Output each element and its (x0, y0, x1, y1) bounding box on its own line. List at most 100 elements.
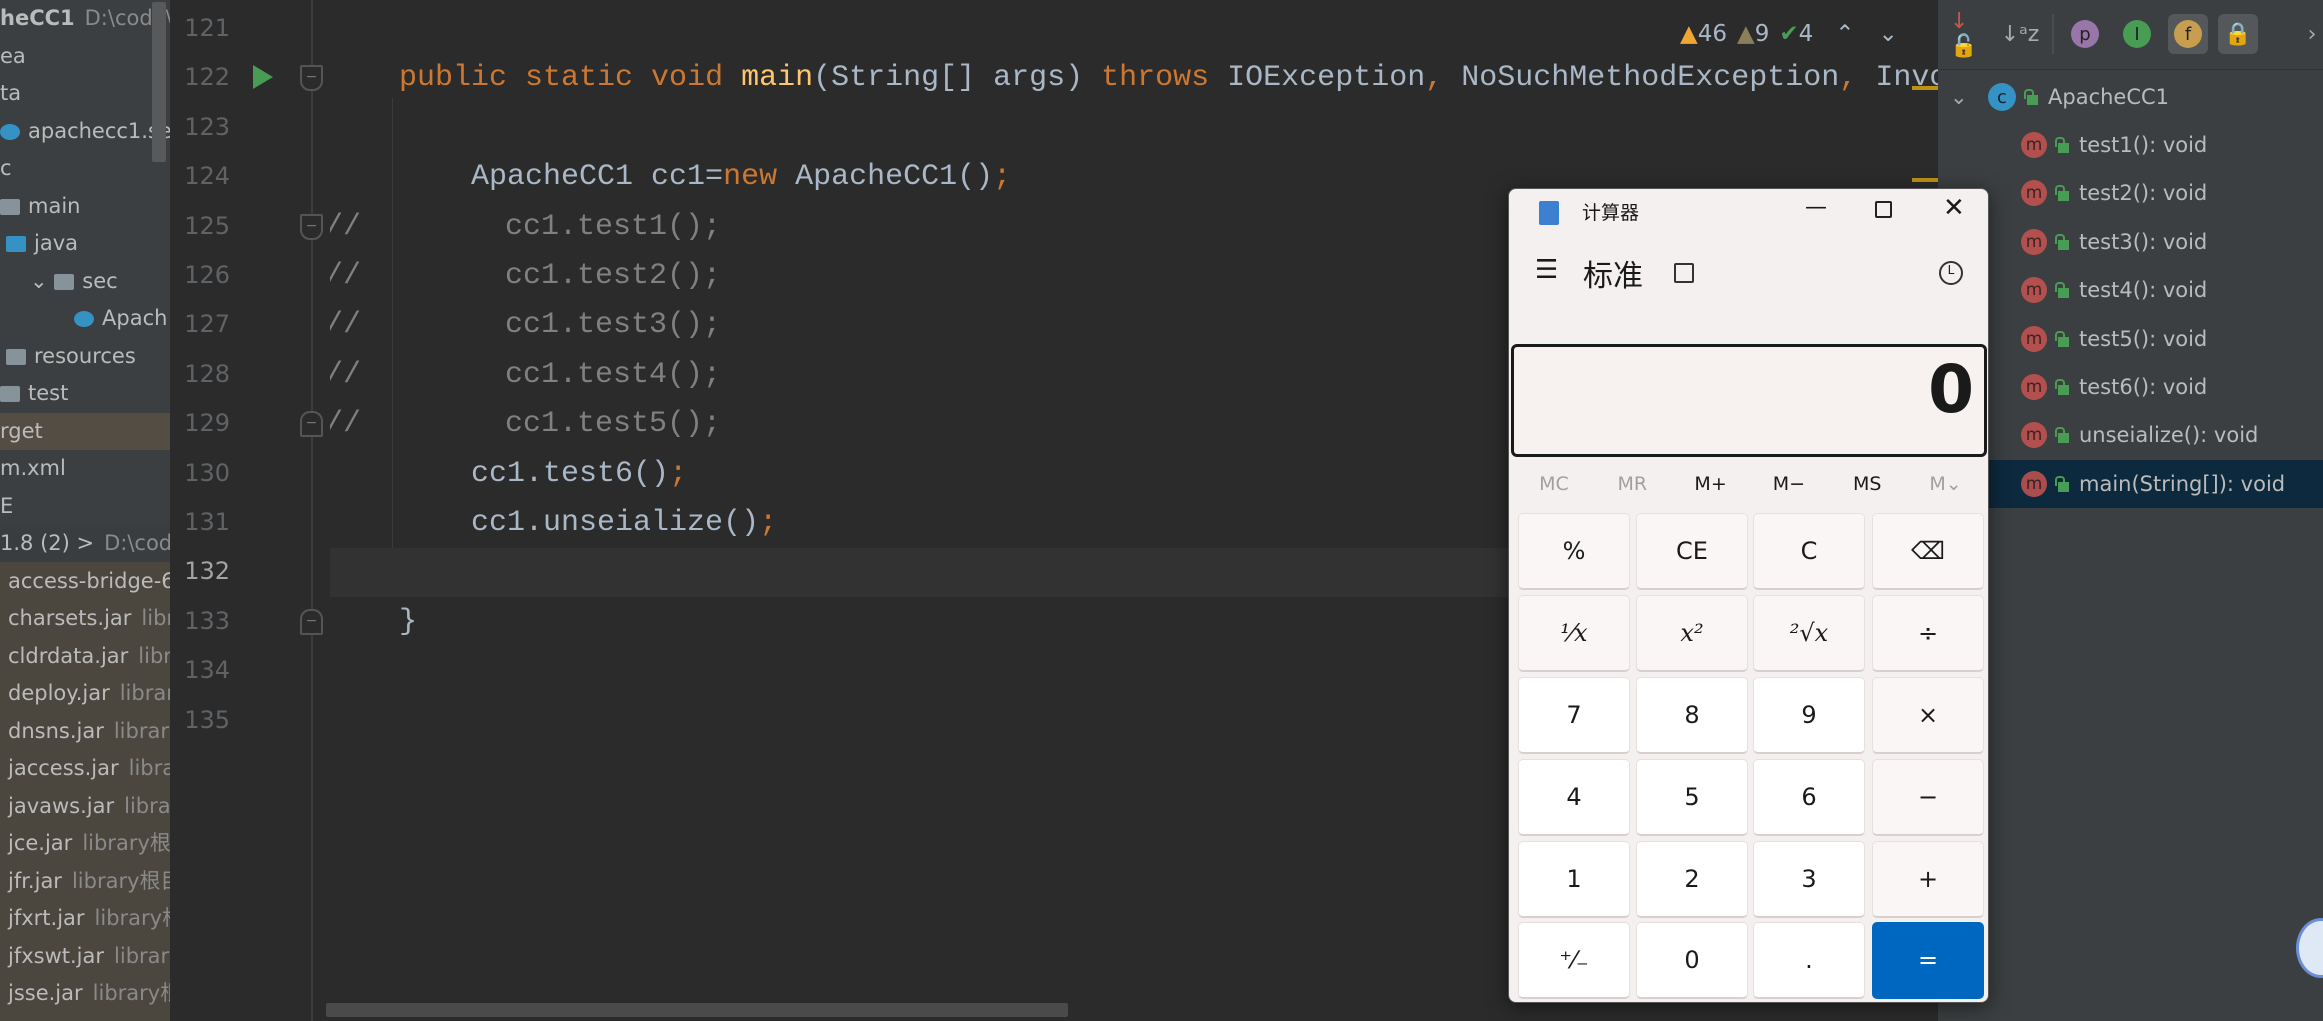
tree-item[interactable]: resources (0, 338, 170, 375)
calc-button[interactable]: × (1872, 677, 1984, 754)
calc-button[interactable]: 4 (1518, 759, 1630, 836)
warnings-count[interactable]: ▲ 46 (1680, 21, 1727, 47)
warning-stripe-marker[interactable] (1912, 178, 1938, 182)
calc-button[interactable]: 5 (1636, 759, 1748, 836)
tree-item[interactable]: javaws.jar librar (0, 788, 170, 825)
keep-on-top-icon[interactable] (1674, 263, 1694, 283)
calc-button[interactable]: ²√x (1753, 595, 1865, 672)
structure-member[interactable]: m test6(): void (1938, 363, 2323, 411)
fold-marker-icon[interactable]: − (300, 213, 323, 240)
close-button[interactable]: ✕ (1943, 193, 1965, 223)
show-inherited-button[interactable]: I (2117, 14, 2157, 54)
chevron-down-icon[interactable]: ⌄ (30, 269, 54, 293)
tree-item[interactable]: heCC1D:\code\ja (0, 0, 170, 37)
fold-marker-icon[interactable]: − (300, 608, 323, 635)
fold-marker-icon[interactable]: − (300, 411, 323, 438)
tree-item[interactable]: rget (0, 412, 170, 450)
tree-item-label: test (28, 381, 69, 405)
tree-item[interactable]: Apach (0, 300, 170, 337)
weak-warnings-count[interactable]: ▲ 9 (1737, 21, 1769, 47)
next-highlight-icon[interactable]: ⌄ (1879, 21, 1898, 47)
calc-button[interactable]: 3 (1753, 841, 1865, 918)
structure-member[interactable]: m test4(): void (1938, 266, 2323, 314)
tree-item[interactable]: c (0, 150, 170, 187)
memory-button[interactable]: MS (1837, 473, 1897, 495)
fold-marker-icon[interactable]: − (300, 65, 323, 92)
calc-button[interactable]: ⌫ (1872, 513, 1984, 590)
tree-item[interactable]: ea (0, 38, 170, 75)
calc-button[interactable]: 8 (1636, 677, 1748, 754)
calc-button[interactable]: x² (1636, 595, 1748, 672)
tree-item[interactable]: access-bridge-6 (0, 563, 170, 600)
calc-button[interactable]: . (1753, 922, 1865, 999)
tree-item[interactable]: charsets.jar libra (0, 600, 170, 637)
structure-member[interactable]: m test2(): void (1938, 169, 2323, 217)
chevron-down-icon[interactable]: ⌄ (1950, 85, 1974, 109)
editor-gutter: 121 122 123 124 125 126 127 128 129 130 131 132 133 1… (170, 0, 330, 1021)
show-non-public-button[interactable]: 🔒 (2218, 14, 2258, 54)
tree-item[interactable]: apachecc1.ser (0, 113, 170, 150)
tree-item[interactable]: java (0, 225, 170, 262)
calc-button[interactable]: ÷ (1872, 595, 1984, 672)
tree-item[interactable]: jsse.jar library根 (0, 975, 170, 1012)
minimize-button[interactable]: — (1805, 195, 1827, 220)
previous-highlight-icon[interactable]: ⌃ (1835, 21, 1854, 47)
calc-button[interactable]: ⁺⁄₋ (1518, 922, 1630, 999)
inspection-widget[interactable]: ▲ 46 ▲ 9 ✔ 4 ⌃ ⌄ (1680, 14, 1898, 54)
tree-item[interactable]: jfxswt.jar library (0, 938, 170, 975)
memory-button[interactable]: M⌄ (1916, 473, 1976, 495)
maximize-button[interactable] (1875, 201, 1892, 218)
sort-alphabetically-icon[interactable]: ↓ᵃz (2000, 14, 2040, 54)
structure-root[interactable]: ⌄ c ApacheCC1 (1938, 73, 2323, 121)
hamburger-menu-icon[interactable]: ☰ (1535, 255, 1558, 285)
public-lock-icon (2024, 89, 2038, 105)
structure-member[interactable]: m test5(): void (1938, 315, 2323, 363)
show-properties-button[interactable]: p (2065, 14, 2105, 54)
calc-button[interactable]: ¹⁄x (1518, 595, 1630, 672)
memory-button[interactable]: M− (1759, 473, 1819, 495)
tree-item[interactable]: jce.jar library根目 (0, 825, 170, 862)
calc-button[interactable]: 0 (1636, 922, 1748, 999)
tree-item[interactable]: jfr.jar library根目 (0, 863, 170, 900)
structure-member[interactable]: m unseialize(): void (1938, 411, 2323, 459)
tree-item[interactable]: test (0, 375, 170, 412)
calc-button[interactable]: % (1518, 513, 1630, 590)
warning-stripe-marker[interactable] (1912, 86, 1938, 90)
run-gutter-icon[interactable] (253, 65, 273, 90)
tree-item[interactable]: jaccess.jar librar (0, 750, 170, 787)
more-chevron-icon[interactable]: › (2302, 14, 2322, 54)
memory-button[interactable]: MR (1602, 473, 1662, 495)
structure-member[interactable]: m main(String[]): void (1938, 459, 2323, 508)
calc-button[interactable]: 9 (1753, 677, 1865, 754)
tree-item[interactable]: cldrdata.jar libra (0, 638, 170, 675)
sort-by-visibility-icon[interactable]: ↓🔓 (1950, 9, 1990, 59)
calc-button[interactable]: = (1872, 922, 1984, 999)
editor-horizontal-scrollbar[interactable] (326, 1003, 1068, 1017)
tree-item[interactable]: ⌄ sec (0, 263, 170, 300)
tree-item[interactable]: ta (0, 75, 170, 112)
tree-item[interactable]: main (0, 188, 170, 225)
structure-member[interactable]: m test1(): void (1938, 121, 2323, 169)
calc-button[interactable]: 2 (1636, 841, 1748, 918)
memory-button[interactable]: MC (1524, 473, 1584, 495)
tree-item[interactable]: dnsns.jar library (0, 713, 170, 750)
tree-item[interactable]: E (0, 488, 170, 525)
memory-button[interactable]: M+ (1681, 473, 1741, 495)
tree-item[interactable]: deploy.jar librar (0, 675, 170, 712)
calc-button[interactable]: 1 (1518, 841, 1630, 918)
calc-button[interactable]: + (1872, 841, 1984, 918)
tree-item[interactable]: jfxrt.jar library根 (0, 900, 170, 937)
history-icon[interactable]: L (1939, 261, 1963, 285)
calc-button[interactable]: 6 (1753, 759, 1865, 836)
show-fields-button[interactable]: f (2168, 14, 2208, 54)
check-icon: ✔ (1779, 21, 1799, 47)
calc-button[interactable]: − (1872, 759, 1984, 836)
tree-item[interactable]: 1.8 (2) > D:\code (0, 525, 170, 562)
calc-button[interactable]: C (1753, 513, 1865, 590)
structure-member[interactable]: m test3(): void (1938, 218, 2323, 266)
tree-item[interactable]: m.xml (0, 450, 170, 487)
sidebar-scrollbar[interactable] (152, 2, 166, 162)
typos-count[interactable]: ✔ 4 (1779, 21, 1813, 47)
calc-button[interactable]: CE (1636, 513, 1748, 590)
calc-button[interactable]: 7 (1518, 677, 1630, 754)
